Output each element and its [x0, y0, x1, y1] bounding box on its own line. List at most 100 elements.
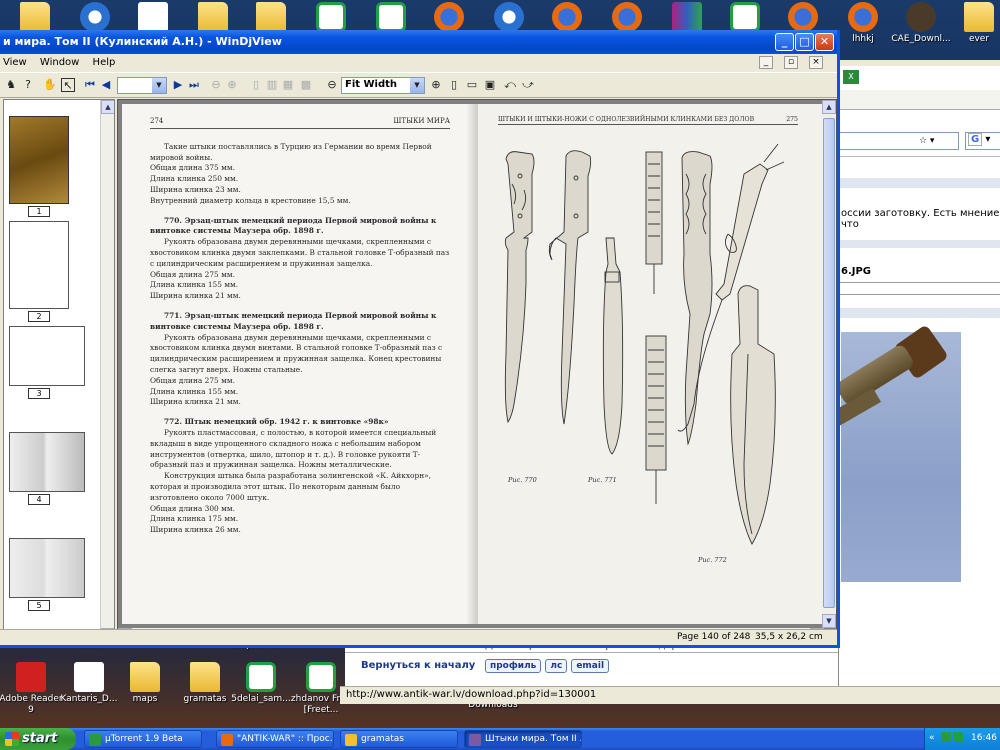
paragraph: Ширина клинка 21 мм.	[150, 291, 241, 301]
bayonet-illustrations	[504, 143, 785, 545]
actual-size-icon[interactable]: ▣	[483, 78, 497, 92]
left-page-text: 274 ШТЫКИ МИРА Такие штыки поставлялись …	[150, 116, 450, 536]
page-number-combo[interactable]: ▼	[117, 77, 167, 94]
tray-arrow-icon[interactable]: «	[929, 733, 935, 743]
paragraph: Общая длина 300 мм.	[150, 503, 235, 513]
fit-page-icon[interactable]: ▯	[447, 78, 461, 92]
taskbar-button[interactable]: Штыки мира. Том II ...	[464, 730, 582, 748]
back-icon[interactable]: ⊖	[209, 78, 223, 92]
help-icon[interactable]: ?	[21, 78, 35, 92]
search-box[interactable]: G ▾	[965, 132, 1000, 150]
taskbar-button-label: µTorrent 1.9 Beta	[105, 734, 183, 744]
zoom-out-icon[interactable]: ⊖	[325, 78, 339, 92]
first-page-icon[interactable]: ⏮	[83, 78, 97, 92]
next-page-icon[interactable]: ▶	[171, 78, 185, 92]
hand-tool-icon[interactable]: ✋	[43, 78, 57, 92]
profile-button[interactable]: профиль	[485, 659, 542, 673]
rotate-left-icon[interactable]: ⤺	[503, 78, 517, 92]
clock[interactable]: 16:46	[971, 733, 997, 743]
paragraph: Общая длина 275 мм.	[150, 375, 235, 385]
thumbnail-number: 4	[28, 494, 50, 505]
fit-width-icon[interactable]: ▭	[465, 78, 479, 92]
start-button[interactable]: start	[0, 728, 76, 750]
excel-icon[interactable]: X	[843, 70, 859, 84]
layout-single-icon[interactable]: ▯	[249, 78, 263, 92]
app-icon	[469, 734, 481, 746]
minimize-button[interactable]: _	[775, 33, 794, 51]
thumbnail-scrollbar[interactable]: ▲ ▼	[100, 100, 114, 642]
zoom-combo[interactable]: Fit Width ▼	[341, 77, 425, 94]
body-paragraphs: Такие штыки поставлялись в Турцию из Гер…	[150, 142, 450, 536]
close-button[interactable]: ✕	[815, 33, 834, 51]
mdi-restore-button[interactable]: ▫	[784, 56, 798, 69]
taskbar-button[interactable]: "ANTIK-WAR" :: Прос...	[216, 730, 334, 748]
find-icon[interactable]: ♞	[4, 78, 18, 92]
scroll-up-arrow[interactable]: ▲	[101, 100, 114, 114]
menu-view[interactable]: View	[3, 57, 27, 68]
layout-facing-icon[interactable]: ▦	[281, 78, 295, 92]
select-tool-icon[interactable]: ↖	[61, 78, 75, 92]
last-page-icon[interactable]: ⏭	[187, 78, 201, 92]
paragraph: Ширина клинка 26 мм.	[150, 525, 241, 535]
thumbnail-cover-image	[9, 116, 69, 204]
thumbnail-page-4[interactable]: 4	[9, 432, 85, 505]
taskbar-button[interactable]: µTorrent 1.9 Beta	[84, 730, 202, 748]
media-icon	[80, 2, 110, 32]
figure-caption-771: Рис. 771	[588, 476, 617, 484]
paragraph: Ширина клинка 23 мм.	[150, 184, 241, 194]
thumbnail-panel[interactable]: 1 2 3 4 5 ▲ ▼	[3, 99, 115, 643]
paragraph	[150, 408, 450, 417]
menu-window[interactable]: Window	[40, 57, 79, 68]
maximize-button[interactable]: □	[795, 33, 814, 51]
mdi-close-button[interactable]: ×	[809, 56, 823, 69]
paragraph	[150, 207, 450, 216]
scroll-up-arrow[interactable]: ▲	[822, 100, 836, 114]
page-spread: 274 ШТЫКИ МИРА Такие штыки поставлялись …	[122, 104, 824, 624]
tray-app-icon[interactable]	[953, 732, 963, 742]
doc-icon	[74, 662, 104, 692]
fox-icon	[612, 2, 642, 32]
mdi-minimize-button[interactable]: _	[759, 56, 773, 69]
paragraph: Длина клинка 155 мм.	[150, 386, 239, 396]
back-to-top-link[interactable]: Вернуться к началу	[361, 660, 475, 671]
document-viewer[interactable]: 274 ШТЫКИ МИРА Такие штыки поставлялись …	[117, 99, 837, 643]
mdi-controls: _ ▫ ×	[758, 56, 833, 69]
email-button[interactable]: email	[571, 659, 610, 673]
thumbnail-page-1[interactable]: 1	[9, 116, 69, 217]
forward-icon[interactable]: ⊕	[225, 78, 239, 92]
taskbar: start µTorrent 1.9 Beta "ANTIK-WAR" :: Пр…	[0, 728, 1000, 750]
menu-help[interactable]: Help	[93, 57, 116, 68]
address-bar[interactable]	[839, 132, 959, 150]
rotate-right-icon[interactable]: ⤻	[521, 78, 535, 92]
pm-button[interactable]: лс	[545, 659, 568, 673]
desktop-icon[interactable]: ever	[944, 2, 1000, 45]
doc-icon	[138, 2, 168, 32]
folder-icon	[198, 2, 228, 32]
attachment-filename[interactable]: 6.JPG	[839, 266, 1000, 277]
attachment-photo[interactable]	[821, 324, 961, 582]
folder-icon	[256, 2, 286, 32]
scroll-down-arrow[interactable]: ▼	[822, 614, 836, 628]
layout-continuous-icon[interactable]: ▥	[265, 78, 279, 92]
star-icon[interactable]: ☆ ▾	[919, 136, 934, 146]
thumbnail-number: 3	[28, 388, 50, 399]
thumbnail-page-5[interactable]: 5	[9, 538, 85, 611]
layout-grid-icon[interactable]: ▩	[299, 78, 313, 92]
running-head: ШТЫКИ МИРА	[393, 117, 450, 125]
title-bar[interactable]: и мира. Том II (Кулинский А.Н.) - WinDjV…	[0, 30, 837, 54]
thumbnail-image	[9, 538, 85, 598]
left-page-header: 274 ШТЫКИ МИРА	[150, 116, 450, 129]
paragraph: 771. Эрзац-штык немецкий периода Первой …	[150, 310, 437, 331]
utorrent-tray-icon[interactable]	[941, 732, 951, 742]
green-icon	[316, 2, 346, 32]
vertical-scroll-thumb[interactable]	[823, 118, 835, 608]
taskbar-button[interactable]: gramatas	[340, 730, 458, 748]
taskbar-button-label: "ANTIK-WAR" :: Прос...	[237, 734, 334, 744]
thumbnail-image	[9, 326, 85, 386]
thumbnail-page-2[interactable]: 2	[9, 221, 69, 322]
desktop-icon-label: ever	[968, 34, 990, 44]
prev-page-icon[interactable]: ◀	[99, 78, 113, 92]
zoom-in-icon[interactable]: ⊕	[429, 78, 443, 92]
thumbnail-page-3[interactable]: 3	[9, 326, 85, 399]
vertical-scrollbar[interactable]: ▲ ▼	[822, 100, 836, 628]
